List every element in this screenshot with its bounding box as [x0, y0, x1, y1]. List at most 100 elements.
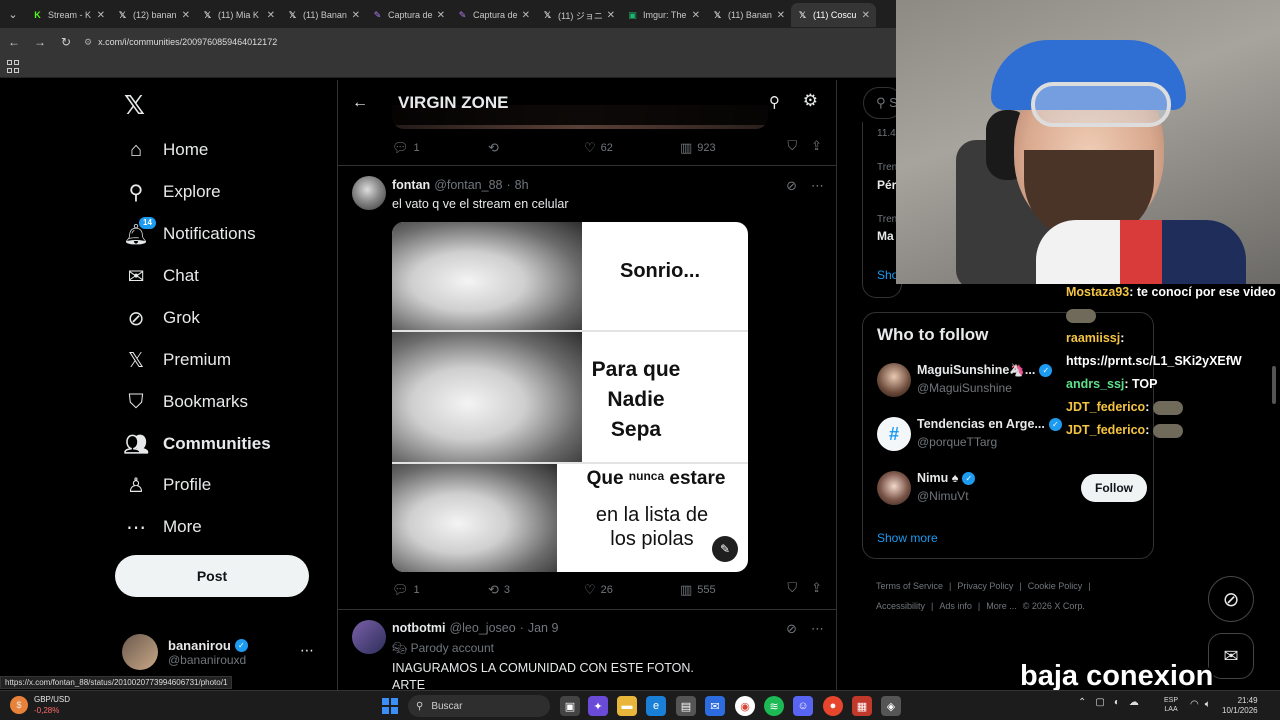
browser-tab[interactable]: 𝕏 (11) ジョニ ✕ [536, 3, 621, 27]
retweet-button[interactable]: ⟲ 3 [488, 582, 584, 598]
grok-icon[interactable]: ⊘ [786, 621, 797, 637]
browser-tab[interactable]: 𝕏 (11) Banan ✕ [706, 3, 791, 27]
footer-link[interactable]: Cookie Policy [1028, 581, 1083, 591]
follow-suggestion[interactable]: Nimu ♠ ✓ @NimuVt Follow [877, 469, 1147, 509]
more-icon[interactable]: ⋯ [811, 621, 824, 637]
like-button[interactable]: ♡ 26 [584, 582, 680, 598]
nav-item-more[interactable]: ⋯ More [112, 506, 202, 548]
close-icon[interactable]: ✕ [522, 10, 530, 21]
forward-icon[interactable]: → [28, 30, 52, 54]
nav-item-communities[interactable]: 👥︎ Communities [112, 423, 270, 465]
browser-tab[interactable]: ▣ Imgur: The ✕ [621, 3, 706, 27]
task-view-icon[interactable]: ▣ [560, 696, 580, 716]
views-button[interactable]: ▥ 555 [680, 582, 776, 598]
tweet-time[interactable]: 8h [515, 178, 529, 192]
tweet-author-handle[interactable]: @fontan_88 [434, 178, 502, 192]
reply-button[interactable]: 💬︎ 1 [392, 582, 488, 598]
outlook-icon[interactable]: ✉ [705, 696, 725, 716]
reply-button[interactable]: 💬︎ 1 [392, 140, 488, 156]
footer-link[interactable]: © 2026 X Corp. [1023, 601, 1085, 611]
taskbar-search[interactable]: ⚲ Buscar [408, 695, 550, 717]
back-icon[interactable]: ← [2, 30, 26, 54]
bookmark-icon[interactable]: ⛉ [787, 138, 797, 154]
tab-menu-icon[interactable]: ⌄ [0, 0, 26, 28]
volume-icon[interactable]: 🔈︎ [1205, 699, 1211, 710]
discord-icon[interactable]: ☺ [793, 696, 813, 716]
app-icon[interactable]: ▦ [852, 696, 872, 716]
close-icon[interactable]: ✕ [692, 10, 700, 21]
browser-tab[interactable]: ✎ Captura de ✕ [366, 3, 451, 27]
tweet-image[interactable]: Sonrio... Para que Nadie Sepa Que nunca [392, 222, 748, 572]
back-arrow-icon[interactable]: ← [352, 94, 372, 112]
browser-tab[interactable]: 𝕏 (11) Mia K ✕ [196, 3, 281, 27]
app-icon[interactable]: ◈ [881, 696, 901, 716]
nav-item-profile[interactable]: ♙ Profile [112, 464, 211, 506]
tray-app-icon[interactable]: ☁ [1129, 697, 1139, 708]
store-icon[interactable]: ▤ [676, 696, 696, 716]
more-icon[interactable]: ⋯ [811, 178, 824, 194]
copilot-icon[interactable]: ✦ [588, 696, 608, 716]
footer-link[interactable]: Accessibility [876, 601, 925, 611]
tweet-time[interactable]: Jan 9 [528, 621, 559, 635]
nav-item-premium[interactable]: 𝕏 Premium [112, 339, 231, 381]
grok-icon[interactable]: ⊘ [786, 178, 797, 194]
tray-app-icon[interactable]: ◐ [1114, 697, 1120, 708]
footer-link[interactable]: More ... [986, 601, 1017, 611]
browser-tab[interactable]: K Stream - K ✕ [26, 3, 111, 27]
follow-button[interactable]: Follow [1081, 474, 1147, 502]
reload-icon[interactable]: ↻ [54, 30, 78, 54]
apps-grid-icon[interactable] [7, 60, 21, 74]
edit-image-icon[interactable]: ✎ [712, 536, 738, 562]
site-info-icon[interactable]: ⚙ [84, 37, 92, 48]
edge-icon[interactable]: e [646, 696, 666, 716]
windows-start-icon[interactable] [382, 698, 398, 714]
account-switcher[interactable]: bananirou ✓ @bananirouxd ⋯ [122, 632, 322, 672]
language-indicator[interactable]: ESP LAA [1164, 696, 1178, 714]
url-field[interactable]: ⚙ x.com/i/communities/200976085946401217… [84, 32, 684, 52]
trend-title[interactable]: Pér [877, 178, 896, 192]
share-icon[interactable]: ⇪ [811, 138, 822, 154]
close-icon[interactable]: ✕ [182, 10, 190, 21]
clock[interactable]: 21:49 10/1/2026 [1222, 696, 1258, 716]
bookmark-icon[interactable]: ⛉ [787, 580, 797, 596]
search-icon[interactable]: ⚲ [769, 93, 780, 111]
footer-link[interactable]: Terms of Service [876, 581, 943, 591]
chevron-up-icon[interactable]: ⌃ [1078, 697, 1086, 708]
browser-tab[interactable]: 𝕏 (12) banan ✕ [111, 3, 196, 27]
views-button[interactable]: ▥ 923 [680, 140, 776, 156]
file-explorer-icon[interactable]: ▬ [617, 696, 637, 716]
spotify-icon[interactable]: ≋ [764, 696, 784, 716]
close-icon[interactable]: ✕ [607, 10, 615, 21]
footer-link[interactable]: Ads info [939, 601, 972, 611]
browser-tab[interactable]: 𝕏 (11) Coscu ✕ [791, 3, 876, 27]
messages-fab-icon[interactable]: ✉ [1208, 633, 1254, 679]
widgets-button[interactable]: $ GBP/USD -0,28% [10, 694, 70, 716]
nav-item-explore[interactable]: ⚲ Explore [112, 171, 221, 213]
avatar[interactable] [352, 176, 386, 210]
tweet-fontan[interactable]: fontan @fontan_88 · 8h ⊘ ⋯ el vato q ve e… [338, 166, 836, 606]
browser-tab[interactable]: ✎ Captura de ✕ [451, 3, 536, 27]
tweet-author-name[interactable]: fontan [392, 178, 430, 192]
tweet-notbotmi[interactable]: notbotmi @leo_joseo · Jan 9 ⊘ ⋯ 🎭︎ Parody… [338, 610, 836, 690]
retweet-button[interactable]: ⟲ [488, 140, 584, 156]
grok-fab-icon[interactable]: ⊘ [1208, 576, 1254, 622]
tweet-author-handle[interactable]: @leo_joseo [449, 621, 515, 635]
close-icon[interactable]: ✕ [97, 10, 105, 21]
share-icon[interactable]: ⇪ [811, 580, 822, 596]
avatar[interactable] [352, 620, 386, 654]
nav-item-bookmarks[interactable]: ⛉ Bookmarks [112, 381, 249, 423]
trend-title[interactable]: Ma [877, 229, 894, 243]
close-icon[interactable]: ✕ [862, 10, 870, 21]
nav-item-home[interactable]: ⌂ Home [112, 129, 208, 171]
avatar[interactable] [877, 471, 911, 505]
avatar[interactable] [877, 363, 911, 397]
obs-icon[interactable]: ● [823, 696, 843, 716]
browser-tab[interactable]: 𝕏 (11) Banan ✕ [281, 3, 366, 27]
wifi-icon[interactable]: ◠ [1190, 699, 1199, 710]
more-icon[interactable]: ⋯ [300, 642, 314, 659]
footer-link[interactable]: Privacy Policy [957, 581, 1013, 591]
tweet-author-name[interactable]: notbotmi [392, 621, 445, 635]
like-button[interactable]: ♡ 62 [584, 140, 680, 156]
close-icon[interactable]: ✕ [352, 10, 360, 21]
x-logo-icon[interactable]: 𝕏 [124, 92, 150, 118]
